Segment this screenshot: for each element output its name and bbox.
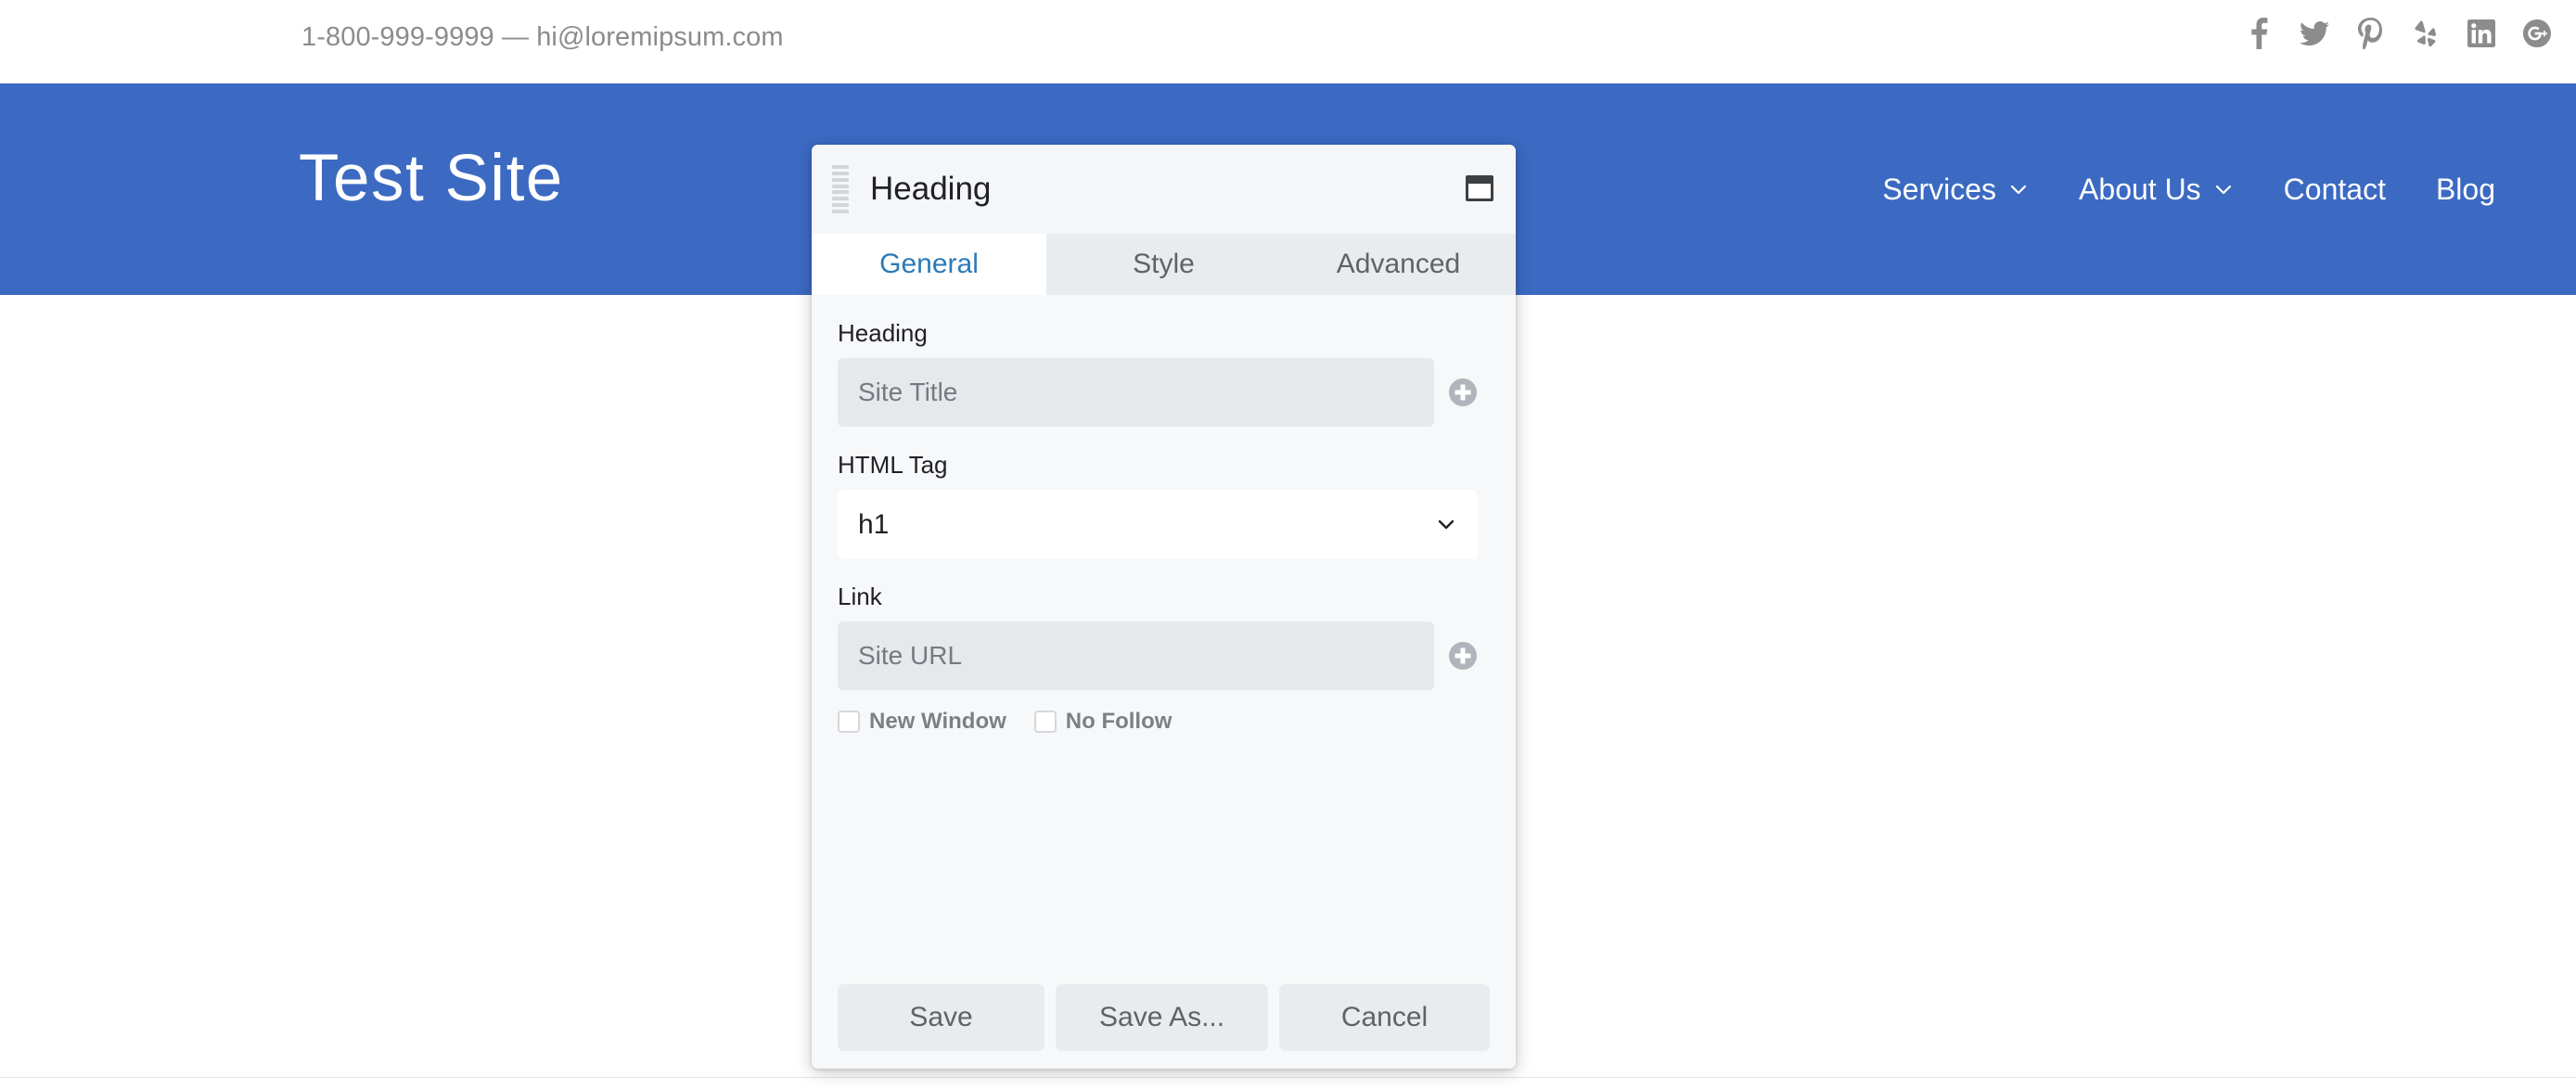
html-tag-select[interactable]: h1 — [838, 490, 1478, 558]
chevron-down-icon — [2213, 179, 2234, 199]
nav-label-contact: Contact — [2284, 173, 2386, 207]
save-as-button[interactable]: Save As... — [1056, 984, 1268, 1051]
dialog-title: Heading — [870, 171, 991, 208]
new-window-checkbox[interactable]: New Window — [838, 709, 1006, 735]
social-links — [2243, 16, 2553, 51]
window-maximize-icon[interactable] — [1465, 174, 1494, 202]
dialog-body: Heading HTML Tag h1 Link — [812, 295, 1516, 967]
chevron-down-icon — [2008, 179, 2029, 199]
linkedin-icon[interactable] — [2466, 16, 2497, 51]
tab-advanced[interactable]: Advanced — [1281, 234, 1516, 295]
tab-general[interactable]: General — [812, 234, 1046, 295]
heading-settings-dialog: Heading General Style Advanced Heading H… — [812, 145, 1516, 1069]
dialog-footer: Save Save As... Cancel — [812, 967, 1516, 1069]
cancel-button[interactable]: Cancel — [1279, 984, 1490, 1051]
link-options-row: New Window No Follow — [838, 709, 1479, 735]
nav-item-services[interactable]: Services — [1857, 173, 2054, 207]
googleplus-icon[interactable] — [2521, 16, 2553, 51]
tab-style[interactable]: Style — [1046, 234, 1281, 295]
nav-item-about-us[interactable]: About Us — [2054, 173, 2259, 207]
html-tag-select-wrap: h1 — [838, 490, 1478, 558]
top-utility-bar: 1-800-999-9999 — hi@loremipsum.com — [0, 0, 2576, 83]
no-follow-label: No Follow — [1066, 709, 1173, 735]
yelp-icon[interactable] — [2410, 16, 2441, 51]
checkbox-box-icon[interactable] — [1034, 711, 1057, 733]
new-window-label: New Window — [869, 709, 1006, 735]
drag-grip-icon[interactable] — [832, 165, 849, 213]
checkbox-box-icon[interactable] — [838, 711, 860, 733]
save-button[interactable]: Save — [838, 984, 1044, 1051]
link-field-label: Link — [838, 584, 1479, 609]
nav-label-services: Services — [1882, 173, 1996, 207]
nav-item-contact[interactable]: Contact — [2259, 173, 2411, 207]
dialog-tabs: General Style Advanced — [812, 234, 1516, 295]
page-bottom-divider — [0, 1077, 2576, 1078]
heading-field-label: Heading — [838, 321, 1479, 345]
nav-label-about-us: About Us — [2079, 173, 2201, 207]
pinterest-icon[interactable] — [2354, 16, 2386, 51]
link-input[interactable] — [838, 621, 1434, 690]
dialog-titlebar[interactable]: Heading — [812, 145, 1516, 234]
nav-item-blog[interactable]: Blog — [2411, 173, 2520, 207]
main-navigation: Services About Us Contact Blog — [1857, 83, 2520, 295]
nav-label-blog: Blog — [2436, 173, 2495, 207]
link-field-row — [838, 621, 1479, 690]
plus-circle-icon[interactable] — [1447, 377, 1479, 408]
plus-circle-icon[interactable] — [1447, 640, 1479, 672]
contact-info: 1-800-999-9999 — hi@loremipsum.com — [301, 22, 784, 53]
heading-input[interactable] — [838, 358, 1434, 427]
site-title: Test Site — [299, 141, 564, 216]
no-follow-checkbox[interactable]: No Follow — [1034, 709, 1173, 735]
facebook-icon[interactable] — [2243, 16, 2275, 51]
html-tag-field-label: HTML Tag — [838, 453, 1479, 477]
twitter-icon[interactable] — [2299, 16, 2330, 51]
heading-field-row — [838, 358, 1479, 427]
